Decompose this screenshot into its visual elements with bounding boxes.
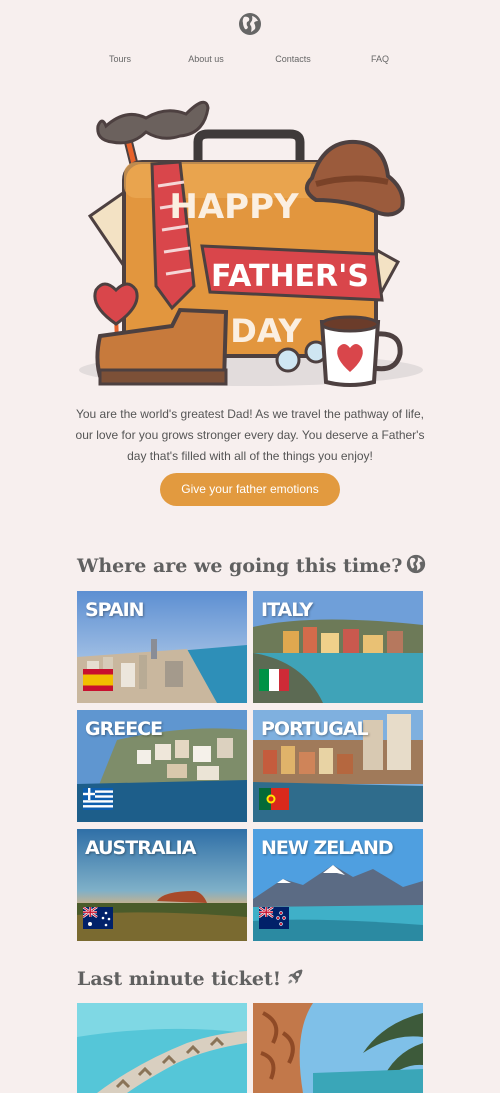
hero-word-happy: HAPPY [169, 187, 299, 227]
italy-flag-icon [259, 669, 289, 691]
overwater-villas-photo [77, 1003, 247, 1093]
last-minute-title: Last minute ticket! [77, 968, 282, 990]
destination-name: NEW ZELAND [261, 837, 394, 859]
destination-card-spain[interactable]: SPAIN [77, 591, 247, 703]
top-nav: Tours About us Contacts FAQ [0, 54, 500, 68]
spain-flag-icon [83, 669, 113, 691]
last-minute-heading: Last minute ticket! [77, 967, 305, 990]
new-zealand-flag-icon [259, 907, 289, 929]
destination-card-italy[interactable]: ITALY [253, 591, 423, 703]
fathers-day-illustration: HAPPY FATHER'S DAY [79, 100, 423, 387]
tropical-beach-photo [253, 1003, 423, 1093]
destination-name: GREECE [85, 718, 163, 740]
greece-flag-icon [83, 788, 113, 810]
last-minute-card-tropical[interactable] [253, 1003, 423, 1093]
give-emotions-button[interactable]: Give your father emotions [160, 473, 340, 506]
globe-icon [407, 554, 426, 574]
destination-name: PORTUGAL [261, 718, 369, 740]
rocket-icon [288, 969, 303, 984]
last-minute-card-maldives[interactable] [77, 1003, 247, 1093]
destination-name: SPAIN [85, 599, 145, 621]
destination-card-portugal[interactable]: PORTUGAL [253, 710, 423, 822]
destination-name: AUSTRALIA [85, 837, 196, 859]
portugal-flag-icon [259, 788, 289, 810]
nav-faq[interactable]: FAQ [371, 54, 389, 64]
destinations-heading: Where are we going this time? [77, 554, 426, 577]
hero-word-day: DAY [230, 312, 302, 350]
nav-contacts[interactable]: Contacts [275, 54, 311, 64]
australia-flag-icon [83, 907, 113, 929]
nav-about-us[interactable]: About us [188, 54, 224, 64]
destination-card-new-zealand[interactable]: NEW ZELAND [253, 829, 423, 941]
email-page: Tours About us Contacts FAQ HAPPY FATHER… [0, 0, 500, 1093]
destination-card-australia[interactable]: AUSTRALIA [77, 829, 247, 941]
hero-word-fathers: FATHER'S [211, 259, 369, 294]
destination-card-greece[interactable]: GREECE [77, 710, 247, 822]
destination-name: ITALY [261, 599, 313, 621]
intro-text: You are the world's greatest Dad! As we … [75, 407, 425, 463]
destinations-title: Where are we going this time? [77, 555, 403, 577]
globe-icon[interactable] [238, 12, 262, 36]
nav-tours[interactable]: Tours [109, 54, 131, 64]
